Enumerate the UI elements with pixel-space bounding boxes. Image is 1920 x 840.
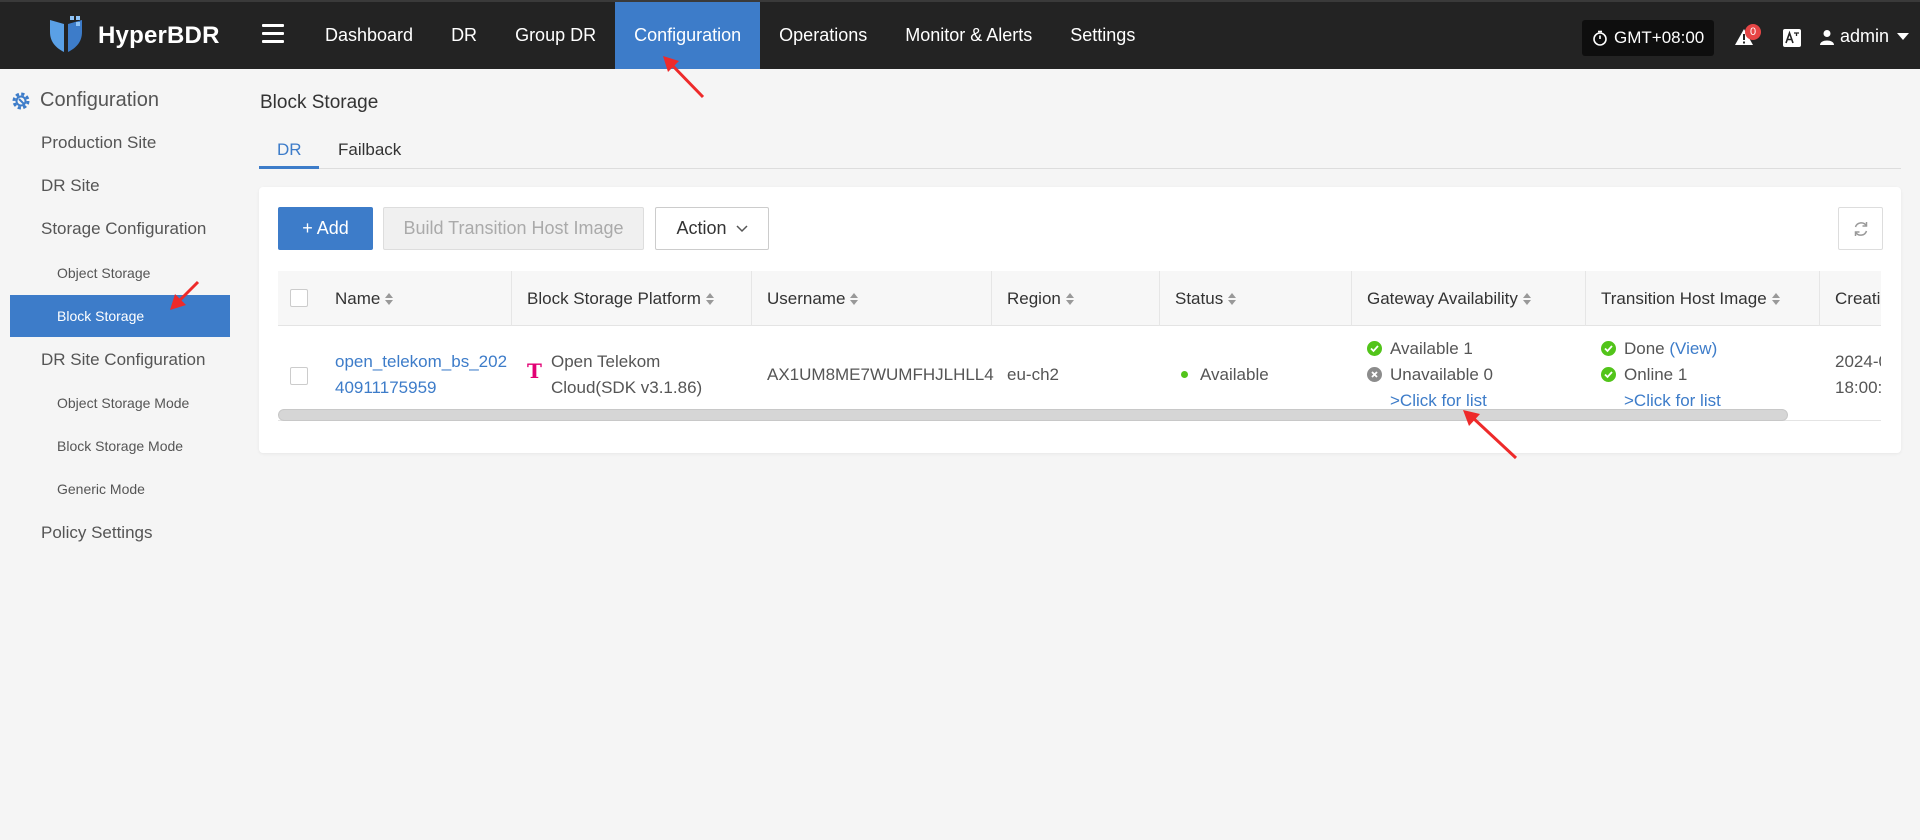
timezone-indicator[interactable]: GMT+08:00 xyxy=(1582,20,1715,56)
username-label: admin xyxy=(1840,26,1890,46)
gateway-click-for-list-link[interactable]: >Click for list xyxy=(1390,391,1487,411)
nav-operations[interactable]: Operations xyxy=(760,2,886,69)
storage-name-link-line2[interactable]: 40911175959 xyxy=(335,378,436,398)
sidebar-item-storage-configuration[interactable]: Storage Configuration xyxy=(41,219,206,239)
gateway-available: Available 1 xyxy=(1367,339,1473,359)
sidebar-item-block-storage-mode[interactable]: Block Storage Mode xyxy=(57,438,183,454)
block-storage-table: Name Block Storage Platform Username Reg… xyxy=(278,271,1881,423)
table-header: Name Block Storage Platform Username Reg… xyxy=(278,271,1881,326)
row-checkbox[interactable] xyxy=(290,367,308,385)
timezone-label: GMT+08:00 xyxy=(1614,28,1705,47)
select-all-checkbox[interactable] xyxy=(290,289,308,307)
column-header-gateway[interactable]: Gateway Availability xyxy=(1352,271,1586,326)
column-header-name[interactable]: Name xyxy=(320,271,512,326)
horizontal-scrollbar[interactable] xyxy=(278,409,1788,421)
user-menu[interactable]: admin xyxy=(1820,26,1910,47)
sidebar-item-object-storage-mode[interactable]: Object Storage Mode xyxy=(57,395,189,411)
column-header-transition[interactable]: Transition Host Image xyxy=(1586,271,1820,326)
table-row: open_telekom_bs_202 40911175959 T Open T… xyxy=(278,327,1881,421)
nav-settings[interactable]: Settings xyxy=(1051,2,1154,69)
tab-dr[interactable]: DR xyxy=(277,140,302,160)
transition-online: Online 1 xyxy=(1601,365,1687,385)
add-button[interactable]: + Add xyxy=(278,207,373,250)
check-circle-icon xyxy=(1601,341,1616,356)
username-value: AX1UM8ME7WUMFHJLHLL4 xyxy=(767,365,994,384)
nav-configuration[interactable]: Configuration xyxy=(615,2,761,69)
build-transition-host-image-button[interactable]: Build Transition Host Image xyxy=(383,207,644,250)
column-header-platform[interactable]: Block Storage Platform xyxy=(512,271,752,326)
sidebar-item-dr-site[interactable]: DR Site xyxy=(41,176,100,196)
sidebar-item-policy-settings[interactable]: Policy Settings xyxy=(41,523,153,543)
storage-name-link-line1[interactable]: open_telekom_bs_202 xyxy=(335,352,507,372)
sidebar-item-generic-mode[interactable]: Generic Mode xyxy=(57,481,145,497)
alerts-button[interactable]: 0 xyxy=(1734,24,1761,51)
status-value: Available xyxy=(1181,365,1269,385)
sidebar-item-object-storage[interactable]: Object Storage xyxy=(57,265,150,281)
hyperbdr-shield-icon xyxy=(50,16,82,52)
top-navigation-bar: HyperBDR Dashboard DR Group DR Configura… xyxy=(0,0,1920,69)
sidebar-item-block-storage[interactable]: Block Storage xyxy=(10,295,230,337)
stopwatch-icon xyxy=(1593,30,1607,46)
column-header-status[interactable]: Status xyxy=(1160,271,1352,326)
sort-icon xyxy=(705,293,714,305)
sort-icon xyxy=(1771,293,1780,305)
sort-icon xyxy=(1228,293,1237,305)
transition-done: Done (View) xyxy=(1601,339,1717,359)
creation-time-line2: 18:00: xyxy=(1835,378,1881,397)
check-circle-icon xyxy=(1367,341,1382,356)
tab-failback[interactable]: Failback xyxy=(338,140,401,160)
column-header-creation[interactable]: Creati xyxy=(1820,271,1881,326)
sidebar-item-production-site[interactable]: Production Site xyxy=(41,133,156,153)
sort-icon xyxy=(850,293,859,305)
platform-line2: Cloud(SDK v3.1.86) xyxy=(551,378,703,397)
platform-line1: Open Telekom xyxy=(551,352,661,371)
chevron-down-icon xyxy=(1897,32,1910,40)
column-header-region[interactable]: Region xyxy=(992,271,1160,326)
chevron-down-icon xyxy=(735,224,748,232)
tab-bar: DR Failback xyxy=(259,134,1901,169)
x-circle-icon xyxy=(1367,367,1382,382)
menu-toggle-icon[interactable] xyxy=(262,24,284,44)
status-dot-icon xyxy=(1181,371,1188,378)
transition-click-for-list-link[interactable]: >Click for list xyxy=(1624,391,1721,411)
nav-group-dr[interactable]: Group DR xyxy=(496,2,615,69)
action-label: Action xyxy=(676,218,727,238)
nav-dashboard[interactable]: Dashboard xyxy=(306,2,432,69)
sort-icon xyxy=(385,293,394,305)
sidebar-title: Configuration xyxy=(10,89,159,112)
region-value: eu-ch2 xyxy=(1007,365,1059,384)
refresh-icon xyxy=(1854,221,1867,236)
page-title: Block Storage xyxy=(260,92,379,113)
main-nav: Dashboard DR Group DR Configuration Oper… xyxy=(306,2,1154,69)
sidebar-title-label: Configuration xyxy=(40,89,159,111)
sort-icon xyxy=(1065,293,1074,305)
gateway-unavailable: Unavailable 0 xyxy=(1367,365,1493,385)
gear-config-icon xyxy=(12,92,30,109)
column-header-username[interactable]: Username xyxy=(752,271,992,326)
alert-count-badge: 0 xyxy=(1745,24,1761,40)
action-dropdown[interactable]: Action xyxy=(655,207,769,250)
check-circle-icon xyxy=(1601,367,1616,382)
active-tab-indicator xyxy=(259,166,319,169)
sidebar: Configuration Production Site DR Site St… xyxy=(0,69,240,840)
telekom-logo-icon: T xyxy=(527,359,542,383)
app-name: HyperBDR xyxy=(98,22,220,49)
nav-dr[interactable]: DR xyxy=(432,2,496,69)
transition-view-link[interactable]: (View) xyxy=(1669,339,1717,358)
sidebar-item-dr-site-configuration[interactable]: DR Site Configuration xyxy=(41,350,205,370)
app-logo[interactable]: HyperBDR xyxy=(44,14,220,58)
nav-monitor-alerts[interactable]: Monitor & Alerts xyxy=(886,2,1051,69)
refresh-button[interactable] xyxy=(1838,207,1883,250)
creation-time-line1: 2024-0 xyxy=(1835,352,1881,371)
block-storage-card: + Add Build Transition Host Image Action… xyxy=(259,187,1901,453)
language-icon[interactable] xyxy=(1782,28,1802,48)
sort-icon xyxy=(1522,293,1531,305)
user-icon xyxy=(1820,29,1834,45)
